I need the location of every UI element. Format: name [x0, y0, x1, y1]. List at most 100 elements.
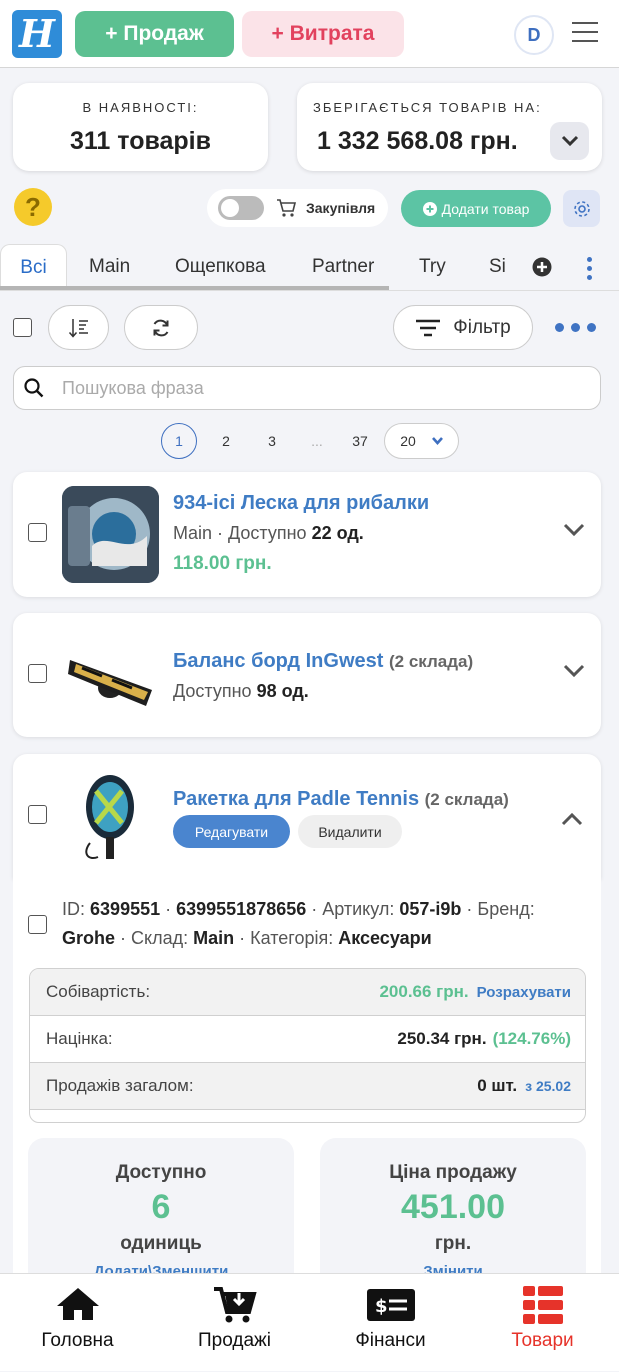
product-card[interactable]: Баланс борд InGwest (2 склада) Доступно …	[13, 613, 601, 737]
tab-try[interactable]: Try	[419, 244, 446, 288]
chevron-down-icon[interactable]	[563, 664, 585, 678]
in-stock-card: В НАЯВНОСТІ: 311 товарів	[13, 83, 268, 171]
product-details: ID: 6399551 · 6399551878656 · Артикул: 0…	[13, 878, 601, 1288]
store-count: (2 склада)	[388, 652, 474, 671]
available-label: Доступно	[173, 681, 252, 701]
product-title[interactable]: Ракетка для Padle Tennis (2 склада)	[173, 788, 509, 811]
product-availability: Доступно 98 од.	[173, 681, 309, 702]
nav-home[interactable]: Головна	[0, 1274, 155, 1372]
per-page-select[interactable]: 20	[384, 423, 459, 459]
stored-expand-button[interactable]	[550, 122, 589, 160]
sale-price-value: 451.00	[401, 1188, 505, 1226]
nav-finance[interactable]: $ Фінанси	[313, 1274, 468, 1372]
product-warehouse: Main	[193, 928, 235, 948]
product-warehouse: Main	[173, 523, 213, 543]
product-meta-line-2: Grohe · Склад: Main · Категорія: Аксесуа…	[62, 928, 432, 948]
add-product-button[interactable]: Додати товар	[401, 190, 551, 227]
avatar[interactable]: D	[514, 15, 554, 55]
svg-text:$: $	[375, 1296, 388, 1317]
sku-label: Артикул:	[322, 899, 395, 919]
sort-icon	[68, 318, 88, 338]
chevron-up-icon[interactable]	[561, 812, 583, 826]
sales-value: 0 шт.	[477, 1076, 518, 1095]
product-checkbox[interactable]	[28, 805, 47, 824]
product-barcode: 6399551878656	[176, 899, 307, 919]
warehouse-label: Склад:	[131, 928, 189, 948]
product-title-text: Ракетка для Padle Tennis	[173, 788, 420, 810]
tab-partner[interactable]: Partner	[312, 244, 374, 288]
chevron-down-icon[interactable]	[563, 523, 585, 537]
refresh-button[interactable]	[124, 305, 198, 350]
chevron-down-icon	[431, 437, 443, 445]
product-sku: 057-i9b	[399, 899, 462, 919]
product-image	[62, 486, 159, 583]
sales-label: Продажів загалом:	[46, 1076, 194, 1095]
tab-main[interactable]: Main	[89, 244, 130, 288]
stored-value: 1 332 568.08 грн.	[317, 127, 518, 155]
product-card-expanded[interactable]: Ракетка для Padle Tennis (2 склада) Реда…	[13, 754, 601, 879]
cart-download-icon	[213, 1287, 257, 1323]
sales-since-link[interactable]: з 25.02	[525, 1078, 571, 1094]
product-id: 6399551	[90, 899, 161, 919]
settings-button[interactable]	[563, 190, 600, 227]
select-all-checkbox[interactable]	[13, 318, 32, 337]
new-expense-button[interactable]: + Витрата	[242, 11, 404, 57]
available-count: 6	[151, 1188, 171, 1226]
category-label: Категорія:	[250, 928, 334, 948]
product-category: Аксесуари	[338, 928, 432, 948]
filter-label: Фільтр	[453, 316, 511, 338]
tabs-more-icon[interactable]	[587, 257, 593, 284]
product-availability: Main · Доступно 22 од.	[173, 523, 364, 543]
menu-icon[interactable]	[572, 22, 598, 44]
product-checkbox[interactable]	[28, 523, 47, 542]
product-image	[62, 769, 159, 866]
add-tab-icon[interactable]	[532, 257, 552, 277]
product-title-text: Баланс борд InGwest	[173, 650, 384, 672]
tab-all[interactable]: Всі	[0, 244, 67, 288]
tabs-scrollbar[interactable]	[0, 286, 389, 290]
filter-icon	[416, 319, 441, 336]
delete-button[interactable]: Видалити	[298, 815, 402, 848]
nav-sales[interactable]: Продажі	[157, 1274, 312, 1372]
edit-button[interactable]: Редагувати	[173, 815, 290, 848]
markup-percent: (124.76%)	[492, 1029, 571, 1048]
tab-si[interactable]: Si	[489, 244, 506, 288]
detail-checkbox[interactable]	[28, 915, 47, 934]
purchase-toggle[interactable]: Закупівля	[207, 189, 388, 227]
in-stock-value: 311 товарів	[70, 127, 211, 155]
new-sale-button[interactable]: + Продаж	[75, 11, 234, 57]
home-icon	[56, 1288, 99, 1320]
purchase-switch[interactable]	[218, 196, 264, 220]
page-2[interactable]: 2	[214, 423, 238, 459]
purchase-label: Закупівля	[306, 200, 376, 216]
plus-circle-icon	[422, 201, 437, 216]
sort-button[interactable]	[48, 305, 109, 350]
store-count: (2 склада)	[424, 790, 509, 809]
more-actions-icon[interactable]	[555, 323, 596, 332]
refresh-icon	[153, 319, 169, 336]
product-card[interactable]: 934-ісі Леска для рибалки Main · Доступн…	[13, 472, 601, 597]
bottom-nav: Головна Продажі $ Фінанси Товари	[0, 1273, 619, 1371]
product-title[interactable]: Баланс борд InGwest (2 склада)	[173, 650, 473, 673]
tab-oshchepkova[interactable]: Ощепкова	[175, 244, 266, 288]
calculate-link[interactable]: Розрахувати	[477, 984, 571, 1001]
markup-value: 250.34 грн.	[397, 1029, 487, 1048]
product-checkbox[interactable]	[28, 664, 47, 683]
sale-price-title: Ціна продажу	[389, 1162, 517, 1183]
nav-products[interactable]: Товари	[465, 1274, 619, 1372]
search-input[interactable]	[62, 377, 542, 399]
product-brand: Grohe	[62, 928, 116, 948]
help-icon[interactable]: ?	[14, 188, 52, 226]
table-list-icon	[522, 1286, 563, 1324]
in-stock-label: В НАЯВНОСТІ:	[82, 100, 199, 115]
product-title[interactable]: 934-ісі Леска для рибалки	[173, 492, 429, 515]
search-icon	[24, 378, 44, 398]
filter-button[interactable]: Фільтр	[393, 305, 533, 350]
page-1[interactable]: 1	[161, 423, 197, 459]
page-ellipsis: ...	[311, 433, 323, 449]
pricing-table: Собівартість: 200.66 грн. Розрахувати На…	[29, 968, 586, 1123]
markup-label: Націнка:	[46, 1029, 113, 1048]
page-37[interactable]: 37	[346, 423, 374, 459]
app-logo[interactable]: H	[12, 10, 62, 58]
page-3[interactable]: 3	[260, 423, 284, 459]
